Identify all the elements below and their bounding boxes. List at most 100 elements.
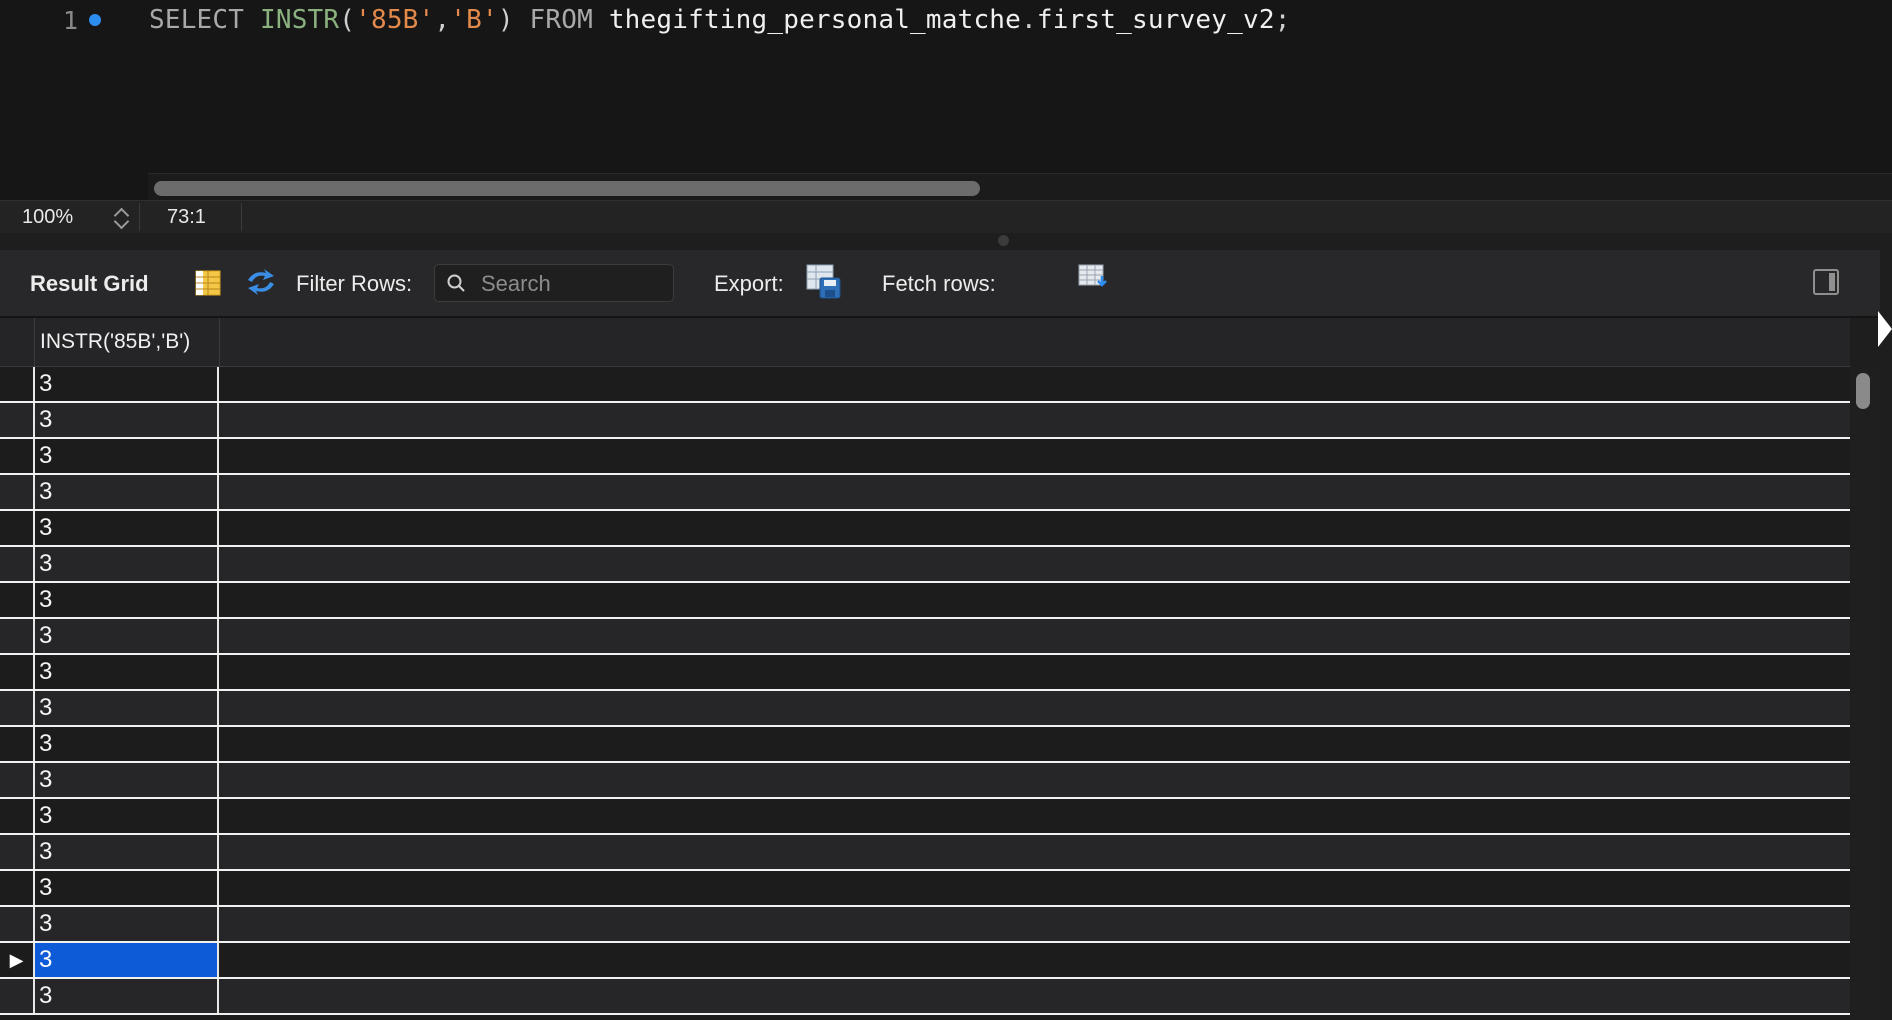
- table-cell[interactable]: 3: [35, 691, 219, 725]
- sql-comma: ,: [434, 5, 451, 35]
- sql-paren-close: ): [497, 5, 514, 35]
- status-divider: [139, 203, 140, 231]
- sql-table-name: first_survey_v2: [1036, 5, 1275, 35]
- row-indicator[interactable]: [0, 475, 35, 509]
- table-row[interactable]: 3: [0, 907, 1850, 943]
- table-row[interactable]: 3: [0, 835, 1850, 871]
- fetch-rows-icon[interactable]: [1078, 264, 1110, 292]
- row-indicator[interactable]: [0, 619, 35, 653]
- row-indicator[interactable]: [0, 547, 35, 581]
- sql-dot: .: [1021, 5, 1037, 35]
- row-pointer-icon[interactable]: ▶: [0, 943, 35, 977]
- table-cell[interactable]: 3: [35, 871, 219, 905]
- fetch-rows-label: Fetch rows:: [882, 271, 996, 296]
- table-cell[interactable]: 3: [35, 727, 219, 761]
- table-row[interactable]: 3: [0, 763, 1850, 799]
- search-icon: [447, 274, 465, 292]
- panel-toggle-icon[interactable]: [1813, 269, 1839, 295]
- sql-arg-2: 'B': [450, 5, 498, 35]
- row-indicator[interactable]: [0, 835, 35, 869]
- table-row[interactable]: 3: [0, 655, 1850, 691]
- sql-paren-open: (: [339, 5, 356, 35]
- row-indicator[interactable]: [0, 907, 35, 941]
- split-handle[interactable]: [998, 235, 1009, 246]
- grid-rows: 3 3 3 3 3 3 3 3 3 3 3 3 3 3 3 3 ▶ 3 3: [0, 367, 1850, 1015]
- table-row[interactable]: 3: [0, 727, 1850, 763]
- row-indicator[interactable]: [0, 763, 35, 797]
- grid-header: INSTR('85B','B'): [0, 318, 1850, 367]
- table-cell[interactable]: 3: [35, 799, 219, 833]
- filter-search-box[interactable]: [434, 264, 674, 302]
- side-panel-arrow-icon[interactable]: [1878, 311, 1892, 347]
- grid-layout-icon[interactable]: [195, 270, 221, 296]
- table-row[interactable]: ▶ 3: [0, 943, 1850, 979]
- table-cell[interactable]: 3: [35, 655, 219, 689]
- row-indicator[interactable]: [0, 583, 35, 617]
- export-label: Export:: [714, 271, 784, 296]
- zoom-stepper[interactable]: [112, 203, 132, 231]
- editor-scroll-thumb[interactable]: [154, 181, 980, 196]
- table-row[interactable]: 3: [0, 439, 1850, 475]
- sql-statement[interactable]: SELECT INSTR('85B','B') FROM thegifting_…: [149, 5, 1291, 35]
- table-cell[interactable]: 3: [35, 763, 219, 797]
- sql-keyword-from: FROM: [529, 5, 593, 35]
- table-cell[interactable]: 3: [35, 583, 219, 617]
- result-grid-title: Result Grid: [30, 271, 149, 296]
- table-row[interactable]: 3: [0, 475, 1850, 511]
- result-toolbar: Result Grid Filter Rows: Export: Fetch r…: [0, 250, 1880, 318]
- sql-editor[interactable]: 1 SELECT INSTR('85B','B') FROM thegiftin…: [0, 0, 1892, 201]
- table-row[interactable]: 3: [0, 619, 1850, 655]
- editor-status-bar: 100% 73:1: [0, 200, 1892, 233]
- row-indicator[interactable]: [0, 691, 35, 725]
- table-cell[interactable]: 3: [35, 511, 219, 545]
- row-header-corner: [0, 318, 35, 366]
- editor-horizontal-scrollbar[interactable]: [148, 173, 1892, 201]
- table-cell[interactable]: 3: [35, 979, 219, 1013]
- column-header[interactable]: INSTR('85B','B'): [35, 318, 220, 366]
- table-cell[interactable]: 3: [35, 943, 219, 977]
- table-cell[interactable]: 3: [35, 367, 219, 401]
- filter-rows-label: Filter Rows:: [296, 271, 413, 296]
- table-cell[interactable]: 3: [35, 835, 219, 869]
- export-icon[interactable]: [806, 264, 842, 300]
- row-indicator[interactable]: [0, 439, 35, 473]
- cursor-position: 73:1: [167, 206, 206, 228]
- grid-scroll-thumb[interactable]: [1856, 373, 1870, 409]
- table-row[interactable]: 3: [0, 871, 1850, 907]
- status-divider: [241, 203, 242, 231]
- table-row[interactable]: 3: [0, 979, 1850, 1015]
- table-row[interactable]: 3: [0, 583, 1850, 619]
- line-number: 1: [62, 6, 78, 35]
- table-cell[interactable]: 3: [35, 619, 219, 653]
- row-indicator[interactable]: [0, 871, 35, 905]
- sql-arg-1: '85B': [355, 5, 435, 35]
- row-indicator[interactable]: [0, 799, 35, 833]
- table-cell[interactable]: 3: [35, 907, 219, 941]
- refresh-icon[interactable]: [244, 267, 278, 297]
- row-indicator[interactable]: [0, 727, 35, 761]
- table-cell[interactable]: 3: [35, 403, 219, 437]
- table-row[interactable]: 3: [0, 691, 1850, 727]
- row-indicator[interactable]: [0, 403, 35, 437]
- sql-semicolon: ;: [1274, 5, 1291, 35]
- row-indicator[interactable]: [0, 655, 35, 689]
- table-cell[interactable]: 3: [35, 475, 219, 509]
- row-indicator[interactable]: [0, 367, 35, 401]
- table-row[interactable]: 3: [0, 403, 1850, 439]
- sql-keyword-select: SELECT: [149, 5, 245, 35]
- zoom-level: 100%: [22, 206, 74, 228]
- sql-function-instr: INSTR: [259, 5, 340, 35]
- filter-search-input[interactable]: [479, 269, 668, 299]
- table-row[interactable]: 3: [0, 799, 1850, 835]
- table-cell[interactable]: 3: [35, 439, 219, 473]
- exec-dot-icon: [89, 14, 101, 26]
- table-row[interactable]: 3: [0, 511, 1850, 547]
- row-indicator[interactable]: [0, 979, 35, 1013]
- row-indicator[interactable]: [0, 511, 35, 545]
- table-row[interactable]: 3: [0, 547, 1850, 583]
- grid-vertical-scrollbar[interactable]: [1850, 366, 1880, 1020]
- table-row[interactable]: 3: [0, 367, 1850, 403]
- table-cell[interactable]: 3: [35, 547, 219, 581]
- result-grid[interactable]: INSTR('85B','B') 3 3 3 3 3 3 3 3 3 3 3 3 3 3 3 3 ▶ 3 3: [0, 318, 1850, 1020]
- sql-schema-name: thegifting_personal_matche: [608, 5, 1022, 35]
